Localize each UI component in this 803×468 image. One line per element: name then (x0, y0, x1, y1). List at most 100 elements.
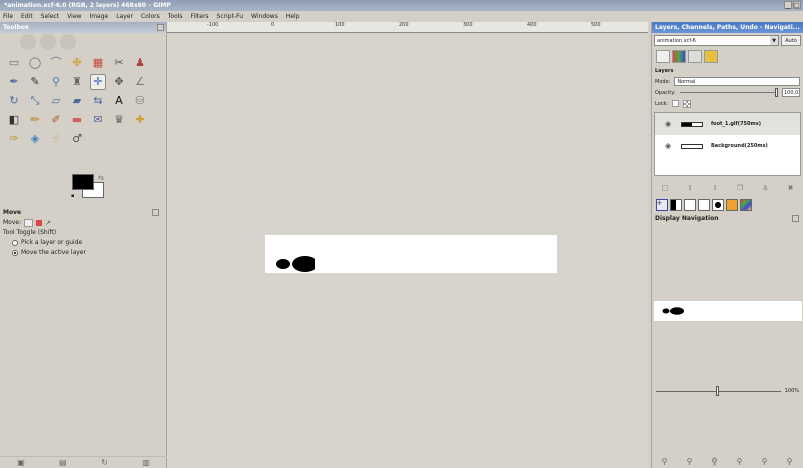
menu-file[interactable]: File (3, 11, 13, 22)
maximize-button[interactable]: □ (793, 1, 801, 9)
fuzzy-select-icon[interactable]: ✤ (69, 55, 85, 71)
shrink-wrap-icon[interactable]: ⚲ (787, 457, 793, 466)
tab-brushes[interactable] (684, 198, 696, 211)
lock-alpha-icon[interactable] (683, 99, 692, 108)
shear-icon[interactable]: ▱ (48, 93, 64, 109)
blend-icon[interactable]: ◧ (6, 112, 22, 128)
wilber-drop-area[interactable] (0, 33, 166, 53)
minimize-button[interactable]: _ (784, 1, 792, 9)
blur-icon[interactable]: ◈ (27, 131, 43, 147)
menu-help[interactable]: Help (286, 11, 300, 22)
align-icon[interactable]: ✥ (111, 74, 127, 90)
opacity-slider[interactable] (679, 88, 778, 97)
close-icon[interactable] (157, 24, 164, 31)
clone-icon[interactable]: ♛ (111, 112, 127, 128)
tab-layers[interactable] (656, 49, 670, 63)
menu-image[interactable]: Image (89, 11, 108, 22)
scissors-icon[interactable]: ✂ (111, 55, 127, 71)
move-path-mode-icon[interactable]: ↗ (45, 218, 51, 228)
zoom-fill-icon[interactable]: ⚲ (762, 457, 768, 466)
ellipse-select-icon[interactable]: ◯ (27, 55, 43, 71)
text-icon[interactable]: A (111, 93, 127, 109)
tab-palettes[interactable] (726, 198, 738, 211)
canvas-area[interactable] (167, 33, 648, 468)
menu-layer[interactable]: Layer (116, 11, 133, 22)
tab-menu-icon[interactable] (152, 209, 159, 216)
rotate-icon[interactable]: ↻ (6, 93, 22, 109)
scale-icon[interactable]: ⤡ (27, 93, 43, 109)
image-canvas[interactable] (265, 235, 557, 273)
radio-pick-layer-button[interactable] (12, 240, 18, 246)
raise-layer-icon[interactable]: ⇧ (687, 184, 693, 192)
zoom-icon[interactable]: ⚲ (48, 74, 64, 90)
lock-pixels-checkbox[interactable] (672, 100, 680, 107)
heal-icon[interactable]: ✚ (132, 112, 148, 128)
horizontal-ruler[interactable]: -1000100200300400500600 (167, 22, 665, 33)
chevron-down-icon[interactable]: ▼ (770, 35, 778, 45)
menu-select[interactable]: Select (41, 11, 60, 22)
tab-patterns[interactable] (698, 198, 710, 211)
new-layer-icon[interactable]: □ (662, 184, 669, 192)
menu-filters[interactable]: Filters (191, 11, 209, 22)
foreground-select-icon[interactable]: ♟ (132, 55, 148, 71)
navigation-preview[interactable] (654, 227, 802, 382)
menu-tools[interactable]: Tools (168, 11, 183, 22)
pencil-icon[interactable]: ✏ (27, 112, 43, 128)
zoom-in-icon[interactable]: ⚲ (687, 457, 693, 466)
layer-row[interactable]: ◉ foot_1.gif(750ms) (655, 113, 800, 135)
delete-layer-icon[interactable]: ✖ (788, 184, 794, 192)
save-tool-preset-icon[interactable]: ▣ (17, 458, 25, 467)
duplicate-layer-icon[interactable]: ❐ (737, 184, 743, 192)
move-layer-mode-icon[interactable] (24, 219, 34, 227)
image-selector[interactable]: animation.xcf-6 ▼ (654, 34, 779, 46)
tab-undo[interactable] (704, 49, 718, 63)
tab-fonts[interactable] (740, 198, 752, 211)
mode-select[interactable]: Normal (674, 77, 800, 86)
eraser-icon[interactable]: ▬ (69, 112, 85, 128)
rect-select-icon[interactable]: ▭ (6, 55, 22, 71)
lower-layer-icon[interactable]: ⇩ (712, 184, 718, 192)
zoom-fit-icon[interactable]: ⚲ (737, 457, 743, 466)
zoom-value[interactable]: 100% (785, 388, 799, 394)
foreground-color[interactable] (72, 174, 94, 190)
radio-move-active[interactable]: Move the active layer (0, 248, 167, 258)
free-select-icon[interactable]: ⌒ (48, 55, 64, 71)
tab-menu-icon[interactable] (792, 215, 799, 222)
radio-pick-layer[interactable]: Pick a layer or guide (0, 238, 167, 248)
eye-icon[interactable]: ◉ (665, 120, 673, 128)
move-selection-mode-icon[interactable] (36, 220, 43, 226)
eye-icon[interactable]: ◉ (665, 142, 673, 150)
delete-tool-preset-icon[interactable]: ▥ (142, 458, 150, 467)
move-icon[interactable]: ✛ (90, 74, 106, 90)
tab-paths[interactable] (688, 49, 702, 63)
restore-tool-preset-icon[interactable]: ▤ (59, 458, 67, 467)
zoom-slider[interactable] (656, 385, 781, 396)
swap-colors-icon[interactable]: ⇆ (98, 174, 104, 182)
tab-gradients[interactable] (712, 198, 724, 211)
default-colors-icon[interactable]: ▪ (71, 193, 74, 199)
color-picker-icon[interactable]: ✎ (27, 74, 43, 90)
radio-move-active-button[interactable] (12, 250, 18, 256)
smudge-icon[interactable]: ☝ (48, 131, 64, 147)
dodge-burn-icon[interactable]: ♂ (69, 131, 85, 147)
tab-colors[interactable] (670, 198, 682, 211)
airbrush-icon[interactable]: ✉ (90, 112, 106, 128)
auto-button[interactable]: Auto (781, 34, 801, 46)
perspective-icon[interactable]: ▰ (69, 93, 85, 109)
menu-view[interactable]: View (67, 11, 81, 22)
color-select-icon[interactable]: ▦ (90, 55, 106, 71)
menu-scriptfu[interactable]: Script-Fu (217, 11, 244, 22)
flip-icon[interactable]: ⇆ (90, 93, 106, 109)
crop-icon[interactable]: ∠ (132, 74, 148, 90)
perspective-clone-icon[interactable]: ✑ (6, 131, 22, 147)
measure-icon[interactable]: ♜ (69, 74, 85, 90)
anchor-layer-icon[interactable]: ⚓ (762, 184, 768, 192)
reset-tool-icon[interactable]: ↻ (101, 458, 108, 467)
tab-navigation[interactable]: ✛ (656, 198, 668, 211)
paintbrush-icon[interactable]: ✐ (48, 112, 64, 128)
bucket-fill-icon[interactable]: ⛁ (132, 93, 148, 109)
menu-windows[interactable]: Windows (251, 11, 278, 22)
zoom-out-icon[interactable]: ⚲ (662, 457, 668, 466)
zoom-1-1-icon[interactable]: ⚲ (711, 456, 718, 466)
menu-edit[interactable]: Edit (21, 11, 33, 22)
